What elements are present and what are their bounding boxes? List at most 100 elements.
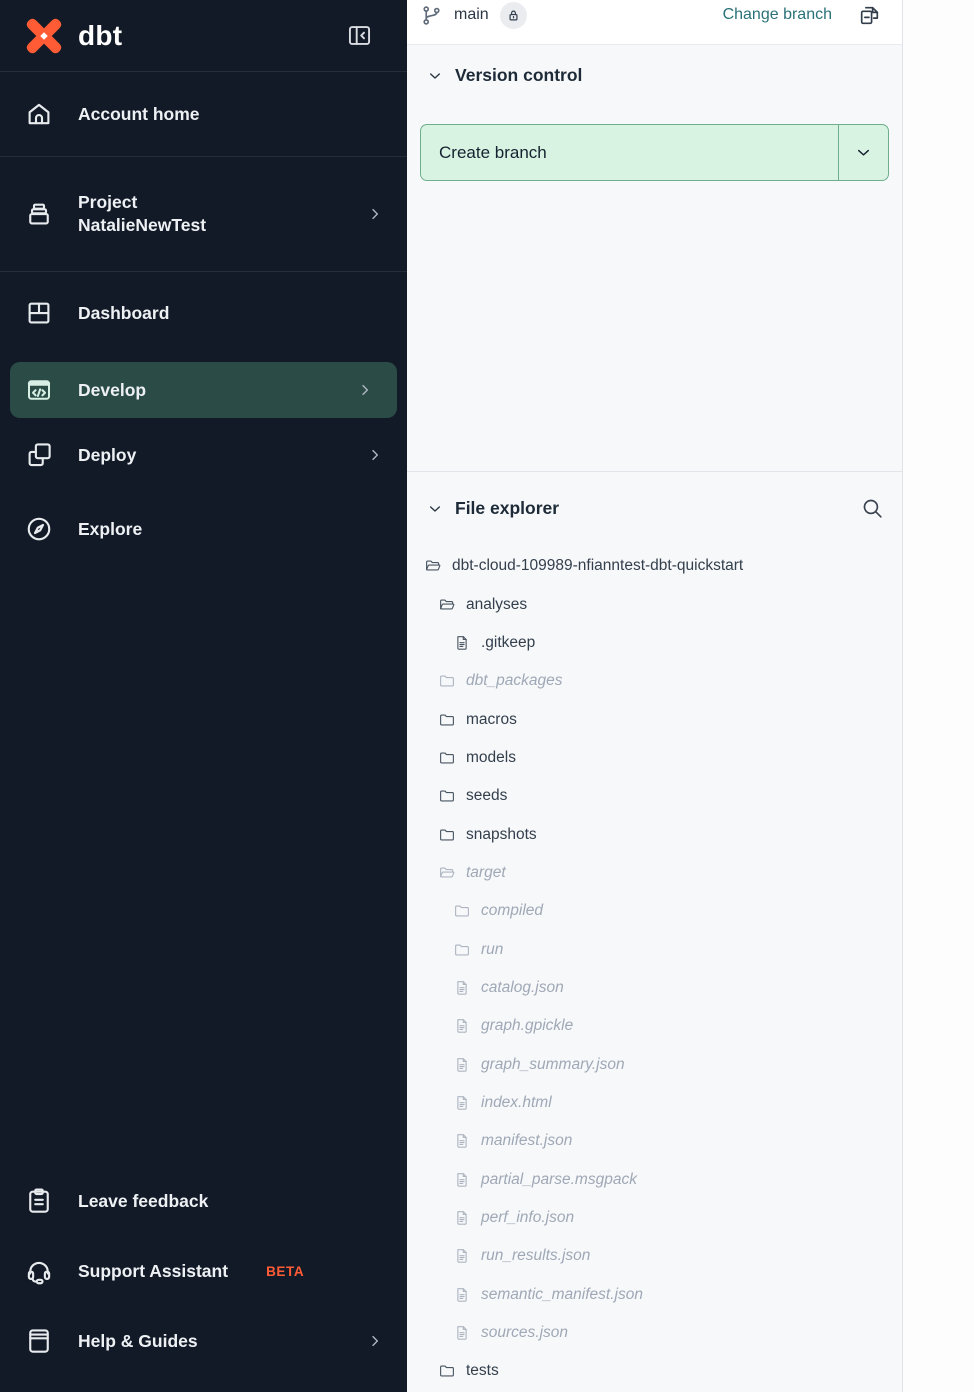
file-icon (453, 1324, 471, 1342)
file-icon (453, 1171, 471, 1189)
project-label-line2: NatalieNewTest (78, 214, 206, 237)
tree-item[interactable]: graph_summary.json (407, 1045, 902, 1083)
sidebar-item-develop[interactable]: Develop (10, 362, 397, 418)
branch-bar: main Change branch (407, 0, 902, 45)
tree-item[interactable]: target (407, 854, 902, 892)
chevron-down-icon (427, 68, 443, 84)
tree-item[interactable]: graph.gpickle (407, 1007, 902, 1045)
git-branch-icon (420, 4, 443, 27)
tree-item[interactable]: models (407, 739, 902, 777)
change-branch-link[interactable]: Change branch (723, 6, 832, 24)
tree-item[interactable]: seeds (407, 777, 902, 815)
sidebar-footer: Leave feedback Support Assistant BETA (0, 1166, 407, 1376)
version-control-header[interactable]: Version control (420, 65, 889, 86)
file-icon (453, 1209, 471, 1227)
tree-item[interactable]: run_results.json (407, 1237, 902, 1275)
file-icon (453, 1286, 471, 1304)
tree-item[interactable]: analyses (407, 585, 902, 623)
tree-item[interactable]: sources.json (407, 1314, 902, 1352)
sidebar-item-deploy[interactable]: Deploy (0, 418, 407, 492)
sidebar-item-dashboard[interactable]: Dashboard (0, 276, 407, 350)
sidebar-item-label: Help & Guides (78, 1330, 198, 1353)
copy-icon (857, 3, 882, 28)
tree-item-label: seeds (466, 787, 507, 805)
project-stack-icon (24, 199, 54, 229)
sidebar-item-help-guides[interactable]: Help & Guides (0, 1306, 407, 1376)
chevron-right-icon (367, 447, 383, 463)
file-icon (453, 1094, 471, 1112)
tree-item[interactable]: run (407, 930, 902, 968)
editor-area-edge (903, 0, 974, 1392)
file-explorer-header[interactable]: File explorer (407, 496, 902, 521)
file-icon (453, 1056, 471, 1074)
develop-code-window-icon (24, 375, 54, 405)
sidebar-item-label: Develop (78, 379, 146, 402)
sidebar-logo-row: dbt (0, 0, 407, 72)
file-explorer-section: File explorer dbt-cloud-109989-nf (407, 472, 902, 1392)
folder-icon (438, 826, 456, 844)
tree-item[interactable]: macros (407, 700, 902, 738)
tree-item[interactable]: dbt_packages (407, 662, 902, 700)
tree-item[interactable]: perf_info.json (407, 1199, 902, 1237)
tree-item-label: graph_summary.json (481, 1056, 625, 1074)
sidebar-item-support-assistant[interactable]: Support Assistant BETA (0, 1236, 407, 1306)
folder-open-icon (438, 596, 456, 614)
tree-item-label: sources.json (481, 1324, 568, 1342)
book-icon (24, 1326, 54, 1356)
tree-item[interactable]: partial_parse.msgpack (407, 1161, 902, 1199)
file-explorer-title: File explorer (455, 498, 559, 519)
tree-item-label: snapshots (466, 826, 537, 844)
tree-item[interactable]: compiled (407, 892, 902, 930)
create-branch-button[interactable]: Create branch (420, 124, 889, 181)
tree-item-label: perf_info.json (481, 1209, 574, 1227)
branch-locked-badge (500, 2, 527, 29)
tree-item[interactable]: catalog.json (407, 969, 902, 1007)
tree-item[interactable]: dbt-cloud-109989-nfianntest-dbt-quicksta… (407, 547, 902, 585)
lock-icon (506, 8, 521, 23)
tree-item[interactable]: .gitkeep (407, 624, 902, 662)
tree-item-label: semantic_manifest.json (481, 1286, 643, 1304)
file-icon (453, 1247, 471, 1265)
dashboard-icon (24, 298, 54, 328)
tree-item-label: analyses (466, 596, 527, 614)
sidebar-item-account-home[interactable]: Account home (0, 72, 407, 157)
file-icon (453, 1132, 471, 1150)
tree-item-label: models (466, 749, 516, 767)
folder-icon (438, 749, 456, 767)
home-icon (24, 99, 54, 129)
search-icon (860, 496, 885, 521)
tree-item[interactable]: index.html (407, 1084, 902, 1122)
sidebar-item-label: Explore (78, 518, 142, 541)
file-tree: dbt-cloud-109989-nfianntest-dbt-quicksta… (407, 547, 902, 1391)
collapse-sidebar-button[interactable] (346, 22, 373, 49)
tree-item[interactable]: tests (407, 1352, 902, 1390)
tree-item[interactable]: semantic_manifest.json (407, 1276, 902, 1314)
tree-item-label: graph.gpickle (481, 1017, 573, 1035)
sidebar-item-explore[interactable]: Explore (0, 492, 407, 566)
sidebar-item-leave-feedback[interactable]: Leave feedback (0, 1166, 407, 1236)
sidebar-item-project[interactable]: Project NatalieNewTest (0, 157, 407, 272)
dbt-logo: dbt (20, 12, 122, 60)
copy-button[interactable] (857, 3, 882, 28)
current-branch-name: main (454, 6, 489, 24)
sidebar-spacer (0, 566, 407, 1166)
sidebar-item-label: Dashboard (78, 302, 169, 325)
folder-icon (438, 787, 456, 805)
deploy-icon (24, 440, 54, 470)
ide-side-panel: main Change branch (407, 0, 903, 1392)
chevron-right-icon (357, 382, 373, 398)
clipboard-icon (24, 1186, 54, 1216)
folder-open-icon (438, 864, 456, 882)
tree-item[interactable]: snapshots (407, 815, 902, 853)
chevron-down-icon (427, 501, 443, 517)
tree-item-label: .gitkeep (481, 634, 535, 652)
file-icon (453, 979, 471, 997)
create-branch-label[interactable]: Create branch (421, 125, 839, 180)
file-search-button[interactable] (860, 496, 885, 521)
dbt-logo-text: dbt (78, 20, 122, 52)
version-control-title: Version control (455, 65, 582, 86)
create-branch-dropdown[interactable] (839, 125, 888, 180)
tree-item-label: tests (466, 1362, 499, 1380)
file-icon (453, 634, 471, 652)
tree-item[interactable]: manifest.json (407, 1122, 902, 1160)
